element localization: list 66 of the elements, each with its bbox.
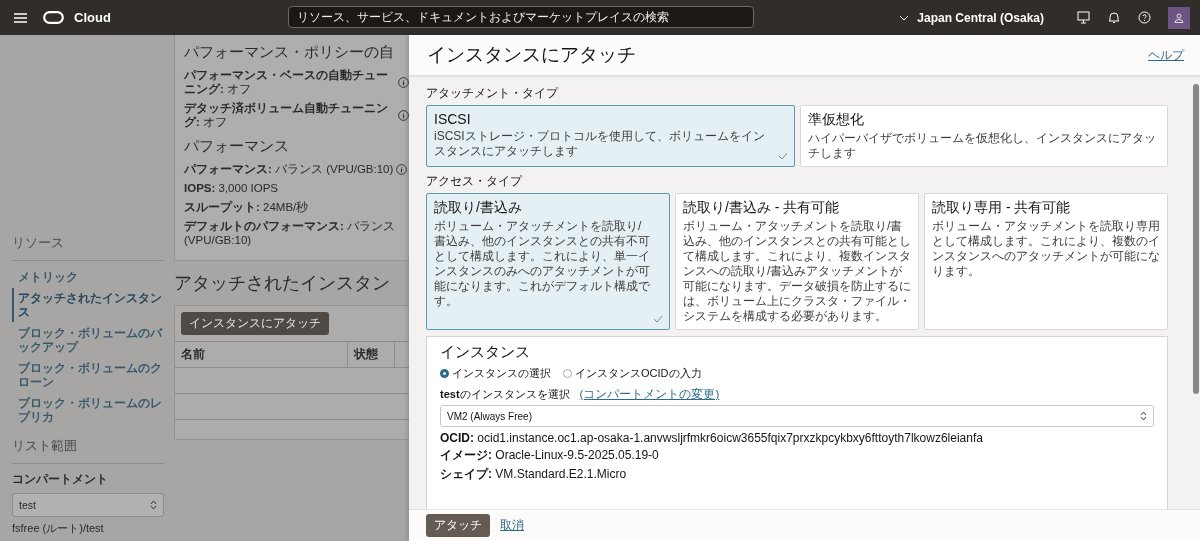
check-icon <box>777 152 788 160</box>
option-title: 読取り/書込み - 共有可能 <box>683 199 841 217</box>
column-header[interactable]: 状態 <box>348 342 395 367</box>
avatar[interactable] <box>1168 6 1190 29</box>
section-title: インスタンス <box>440 343 531 362</box>
field-text: スループット: 24MB/秒 <box>184 200 309 214</box>
option-title: ISCSI <box>434 111 472 127</box>
option-title: 準仮想化 <box>807 111 865 129</box>
option-description: iSCSIストレージ・プロトコルを使用して、ボリュームをインスタンスにアタッチします <box>434 129 766 159</box>
field-text: パフォーマンス: バランス (VPU/GB:10) <box>184 162 394 176</box>
section-title: アタッチされたインスタン <box>174 272 391 295</box>
field-text: デフォルトのパフォーマンス: バランス (VPU/GB:10) <box>184 219 397 247</box>
radio-option[interactable]: インスタンスの選択 <box>440 366 551 381</box>
instance-select[interactable]: VM2 (Always Free) <box>440 405 1154 427</box>
field-text: IOPS: 3,000 IOPS <box>184 181 278 195</box>
option-card[interactable]: 読取り専用 - 共有可能 ボリューム・アタッチメントを読取り専用として構成します。これにより、複数のインスタンスへのアタッチメントが可能になります。 <box>924 193 1168 330</box>
option-description: ボリューム・アタッチメントを読取り専用として構成します。これにより、複数のインスタンスへのアタッチメントが可能になります。 <box>932 219 1160 279</box>
info-icon[interactable] <box>398 109 409 121</box>
info-icon[interactable] <box>398 76 409 88</box>
section-title: パフォーマンス・ポリシーの自 <box>184 43 395 62</box>
sidebar-item[interactable]: アタッチされたインスタンス <box>12 288 164 322</box>
section-heading: リソース <box>12 235 164 261</box>
help-link[interactable]: ヘルプ <box>1148 47 1184 63</box>
field-label: testのインスタンスを選択 <box>440 387 570 402</box>
monitor-icon[interactable] <box>1077 11 1090 24</box>
cancel-link[interactable]: 取消 <box>500 518 524 533</box>
option-card[interactable]: 読取り/書込み ボリューム・アタッチメントを読取り/書込み、他のインスタンスとの共有不可として構成します。これにより、単一インスタンスのみへのアタッチメントが可能になります。これがデフォルト構成です。 <box>426 193 670 330</box>
drawer-title: インスタンスにアタッチ <box>427 43 636 67</box>
option-description: ボリューム・アタッチメントを読取り/書込み、他のインスタンスとの共有可能として構成します。これにより、複数インスタンスへの読取り/書込みアタッチメントが可能になります。データ破損を防止するには、ボリューム上にクラスタ・ファイル・システムを構成する必要があります。 <box>683 219 911 324</box>
detail-text: シェイプ: VM.Standard.E2.1.Micro <box>440 466 628 483</box>
chevron-icon <box>899 14 910 21</box>
option-description: ボリューム・アタッチメントを読取り/書込み、他のインスタンスとの共有不可として構成します。これにより、単一インスタンスのみへのアタッチメントが可能になります。これがデフォルト構成です。 <box>434 219 651 309</box>
field-text: パフォーマンス・ベースの自動チューニング: オフ <box>184 68 389 96</box>
radio-option[interactable]: インスタンスOCIDの入力 <box>563 366 702 381</box>
logo-icon[interactable] <box>43 11 64 24</box>
detail-text: OCID: ocid1.instance.oc1.ap-osaka-1.anvwsljrfmkr6oicw3655fqix7prxzkpcykbxy6fttoyth7lkowz6leianfa <box>440 431 984 445</box>
option-description: ハイパーバイザでボリュームを仮想化し、インスタンスにアタッチします <box>807 131 1157 161</box>
attach-button[interactable]: アタッチ <box>426 514 490 537</box>
sort-arrows-icon <box>1140 411 1147 421</box>
check-icon <box>653 315 663 323</box>
option-title: 読取り専用 - 共有可能 <box>932 199 1072 217</box>
column-header[interactable]: 名前 <box>175 342 348 367</box>
compartment-path: fsfree (ルート)/test <box>12 521 105 536</box>
section-title: パフォーマンス <box>184 137 290 156</box>
option-card[interactable]: ISCSI iSCSIストレージ・プロトコルを使用して、ボリュームをインスタンスにアタッチします <box>426 105 795 167</box>
option-card[interactable]: 読取り/書込み - 共有可能 ボリューム・アタッチメントを読取り/書込み、他のインスタンスとの共有可能として構成します。これにより、複数インスタンスへの読取り/書込みアタッチメントが可能になります。データ破損を防止するには、ボリューム上にクラスタ・ファイル・システムを構成する必要があります。 <box>675 193 919 330</box>
group-label: アタッチメント・タイプ <box>426 85 560 102</box>
menu-icon[interactable] <box>14 12 27 23</box>
brand-name: Cloud <box>74 10 111 25</box>
section-heading: リスト範囲 <box>12 438 164 464</box>
field-text: デタッチ済ボリューム自動チューニング: オフ <box>184 101 389 129</box>
detail-text: イメージ: Oracle-Linux-9.5-2025.05.19-0 <box>440 447 660 464</box>
region-selector[interactable]: Japan Central (Osaka) <box>893 9 1050 26</box>
help-icon[interactable] <box>1138 11 1151 24</box>
change-compartment-link[interactable]: (コンパートメントの変更) <box>579 387 720 402</box>
option-card[interactable]: 準仮想化 ハイパーバイザでボリュームを仮想化し、インスタンスにアタッチします <box>799 105 1168 167</box>
option-title: 読取り/書込み <box>434 199 523 217</box>
info-icon[interactable] <box>396 163 408 175</box>
user-icon <box>1174 12 1184 23</box>
compartment-select[interactable]: test <box>12 493 164 517</box>
field-label: コンパートメント <box>12 472 109 487</box>
group-label: アクセス・タイプ <box>426 173 524 190</box>
search-field[interactable]: リソース、サービス、ドキュメントおよびマーケットプレイスの検索 <box>288 6 754 28</box>
attach-button[interactable]: インスタンスにアタッチ <box>181 312 329 335</box>
sort-arrows-icon <box>150 500 157 510</box>
bell-icon[interactable] <box>1108 11 1120 24</box>
